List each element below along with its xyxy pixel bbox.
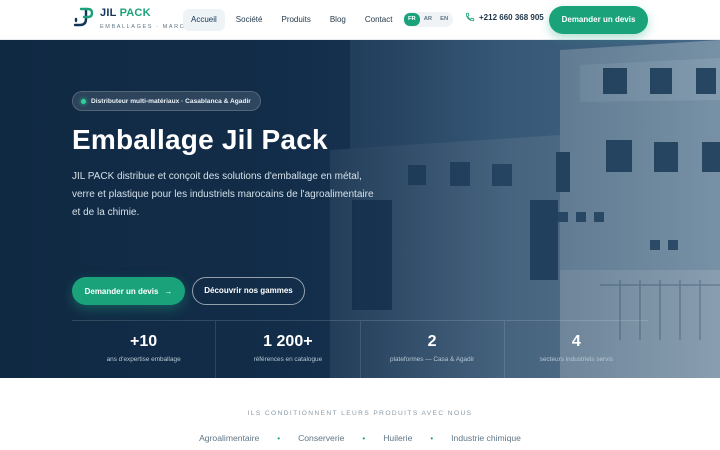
stat-item: 1 200+ références en catalogue <box>216 321 361 378</box>
stat-label: plateformes — Casa & Agadir <box>390 356 475 363</box>
stat-label: ans d'expertise emballage <box>106 356 181 363</box>
stat-item: 2 plateformes — Casa & Agadir <box>361 321 505 378</box>
bullet-separator: • <box>362 433 366 443</box>
main-nav: Accueil Société Produits Blog Contact <box>183 9 403 31</box>
hero-badge: Distributeur multi-matériaux · Casablanc… <box>72 91 261 111</box>
stat-label: références en catalogue <box>253 356 323 363</box>
arrow-right-icon: → <box>164 286 173 296</box>
bullet-separator: • <box>277 433 281 443</box>
hero-title: Emballage Jil Pack <box>72 124 328 155</box>
stat-item: +10 ans d'expertise emballage <box>72 321 217 378</box>
stat-value: +10 <box>130 333 158 350</box>
bullet-separator: • <box>430 433 434 443</box>
sector-item: Huilerie <box>383 433 413 443</box>
stat-item: 4 secteurs industriels servis <box>505 321 648 378</box>
hero-badge-text: Distributeur multi-matériaux · Casablanc… <box>91 97 251 105</box>
clients-heading: ILS CONDITIONNENT LEURS PRODUITS AVEC NO… <box>247 410 473 417</box>
nav-item-blog[interactable]: Blog <box>322 9 354 31</box>
header-quote-button[interactable]: Demander un devis <box>549 6 648 34</box>
stat-value: 4 <box>571 333 581 350</box>
phone-number: +212 660 368 905 <box>479 12 544 22</box>
sector-item: Agroalimentaire <box>199 433 260 443</box>
sector-item: Industrie chimique <box>451 433 521 443</box>
lang-en-button[interactable]: EN <box>436 13 452 26</box>
status-dot-icon <box>81 98 86 104</box>
lang-fr-button[interactable]: FR <box>404 13 420 26</box>
nav-item-produits[interactable]: Produits <box>273 9 318 31</box>
stat-value: 2 <box>427 333 437 350</box>
hero-quote-button-label: Demander un devis <box>84 286 159 296</box>
site-header: JIL PACK EMBALLAGES · MAROC Accueil Soci… <box>0 0 720 40</box>
nav-item-societe[interactable]: Société <box>228 9 271 31</box>
logo-mark-icon <box>73 7 94 27</box>
nav-item-accueil[interactable]: Accueil <box>183 9 225 31</box>
sector-item: Conserverie <box>298 433 345 443</box>
stats-bar: +10 ans d'expertise emballage 1 200+ réf… <box>72 320 648 378</box>
stat-value: 1 200+ <box>263 333 313 350</box>
lang-ar-button[interactable]: AR <box>420 13 436 26</box>
discover-ranges-button[interactable]: Découvrir nos gammes <box>192 277 305 305</box>
nav-item-contact[interactable]: Contact <box>357 9 401 31</box>
hero-section: Distributeur multi-matériaux · Casablanc… <box>0 40 720 378</box>
sector-list: Agroalimentaire • Conserverie • Huilerie… <box>0 433 720 443</box>
stat-label: secteurs industriels servis <box>539 356 613 363</box>
language-switcher: FR AR EN <box>403 12 454 27</box>
hero-description: JIL PACK distribue et conçoit des soluti… <box>72 171 374 218</box>
phone-link[interactable]: +212 660 368 905 <box>465 12 544 22</box>
hero-quote-button[interactable]: Demander un devis → <box>72 277 185 305</box>
phone-icon <box>465 12 475 22</box>
